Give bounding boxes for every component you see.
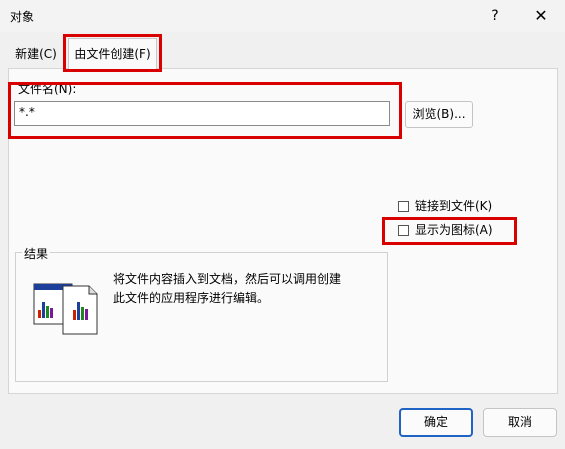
browse-button[interactable]: 浏览(B)... (405, 101, 473, 128)
window-title: 对象 (10, 10, 35, 24)
link-to-file-option[interactable]: 链接到文件(K) (398, 197, 492, 215)
help-button[interactable]: ? (480, 4, 510, 28)
result-label: 结果 (22, 245, 51, 262)
embed-document-icon (33, 283, 98, 335)
highlight-box-filename (8, 82, 402, 139)
tab-create-new[interactable]: 新建(C) (10, 41, 62, 67)
link-to-file-checkbox[interactable] (398, 201, 409, 212)
close-button[interactable]: ✕ (524, 4, 558, 28)
highlight-box-display-as-icon (382, 217, 517, 245)
highlight-box-tab (63, 34, 162, 72)
ok-button[interactable]: 确定 (399, 408, 473, 437)
link-to-file-label: 链接到文件(K) (415, 199, 493, 213)
result-description: 将文件内容插入到文档，然后可以调用创建此文件的应用程序进行编辑。 (113, 272, 342, 305)
cancel-button[interactable]: 取消 (483, 408, 557, 437)
